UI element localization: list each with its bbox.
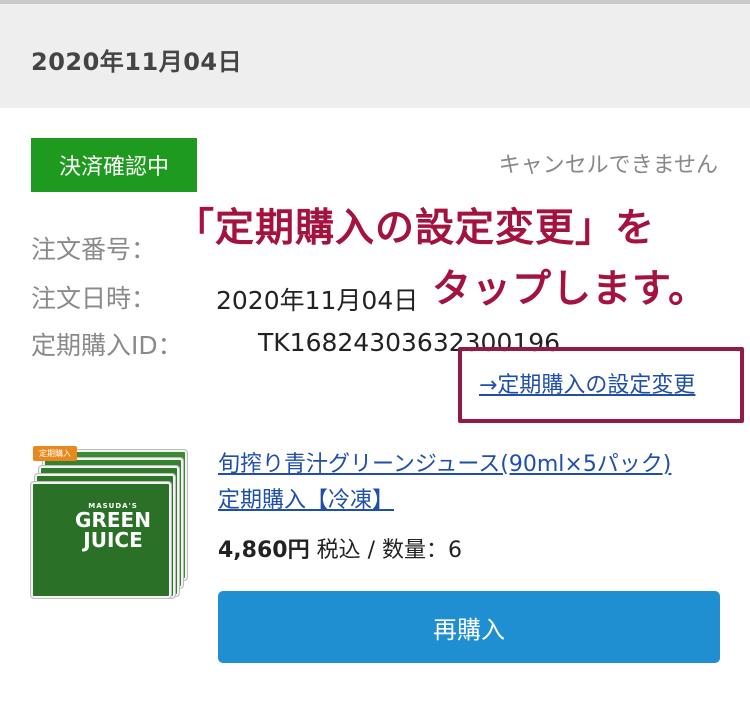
- order-date-header: 2020年11月04日: [0, 4, 750, 108]
- status-badge: 決済確認中: [31, 138, 197, 192]
- price-line: 4,860円 税込 / 数量：6: [218, 532, 462, 564]
- cancel-note: キャンセルできません: [498, 153, 718, 178]
- rebuy-button[interactable]: 再購入: [218, 591, 720, 663]
- price-detail: 税込 / 数量：6: [309, 538, 462, 563]
- product-title-link[interactable]: 旬搾り青汁グリーンジュース(90ml×5パック) 定期購入【冷凍】: [218, 447, 718, 519]
- logo-line-2: JUICE: [83, 528, 143, 552]
- subscription-id-label: 定期購入ID：: [31, 331, 183, 360]
- annotation-line-2: タップします。: [432, 267, 709, 312]
- order-datetime-label: 注文日時：: [31, 284, 157, 313]
- annotation-line-1: 「定期購入の設定変更」を: [175, 206, 656, 251]
- product-title-line-2: 定期購入【冷凍】: [218, 488, 395, 513]
- subscription-tag: 定期購入: [33, 446, 77, 461]
- logo-line-1: GREEN: [75, 508, 151, 532]
- order-datetime-value: 2020年11月04日: [216, 286, 419, 315]
- product-image[interactable]: 定期購入 MASUDA'S GREEN JUICE: [31, 442, 191, 602]
- product-title-line-1: 旬搾り青汁グリーンジュース(90ml×5パック): [218, 452, 672, 477]
- product-price: 4,860円: [218, 538, 310, 563]
- green-juice-logo: MASUDA'S GREEN JUICE: [53, 502, 173, 550]
- annotation-highlight-box: [458, 347, 744, 423]
- order-number-label: 注文番号：: [31, 235, 157, 264]
- order-date: 2020年11月04日: [31, 48, 243, 76]
